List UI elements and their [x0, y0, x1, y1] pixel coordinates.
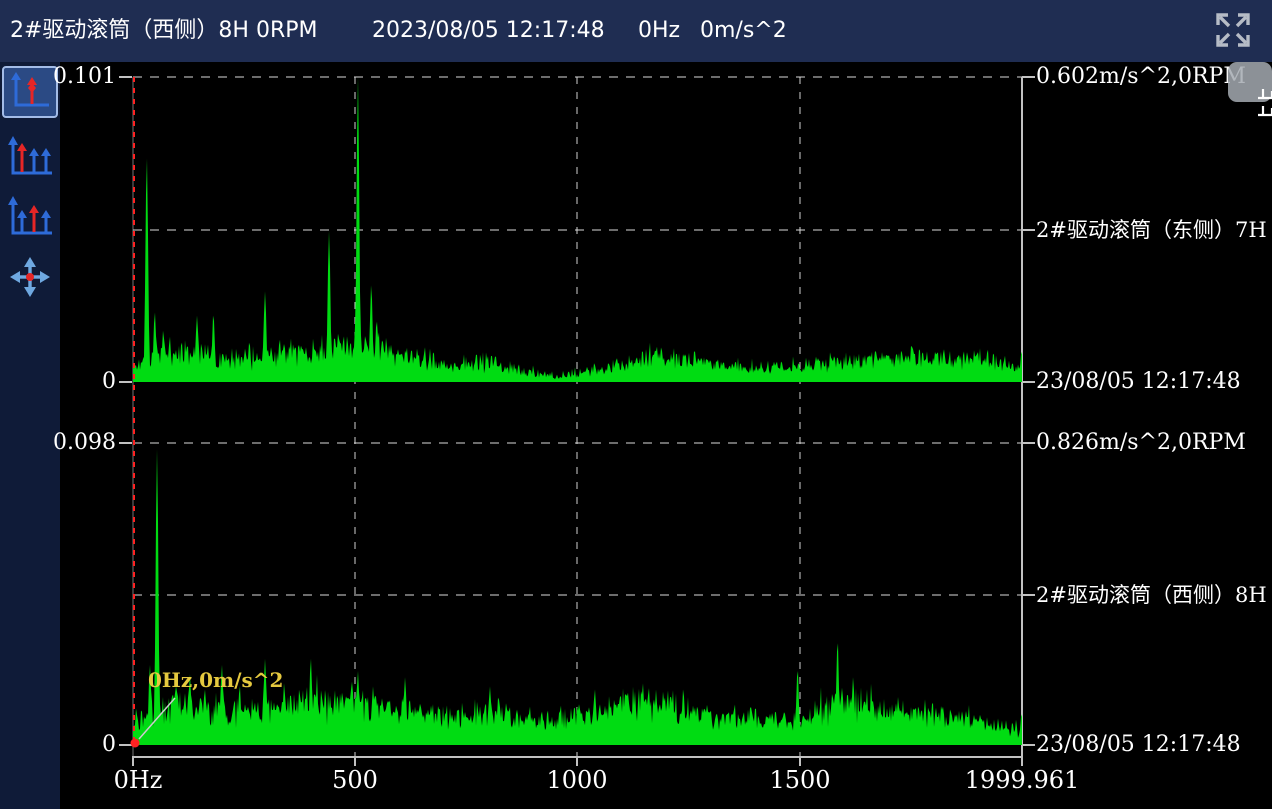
spectrum-plot-region[interactable]: 0.101 0 0.098 0 0.602m/s^2,0RPM 2#驱动滚筒（东…	[60, 62, 1272, 809]
cursor-marker-dot[interactable]	[131, 739, 140, 748]
x-tick-fmax: 1999.961	[965, 766, 1080, 794]
y-max-label-top-chart: 0.101	[46, 64, 116, 90]
x-tick-1500: 1500	[769, 766, 830, 794]
x-tick-500: 500	[332, 766, 378, 794]
tool-sideband-cursor[interactable]	[2, 192, 58, 244]
cursor-amplitude-readout: 0m/s^2	[700, 0, 787, 62]
channel-name-bottom-chart: 2#驱动滚筒（西侧）8H	[1036, 582, 1267, 608]
chart-layout-button[interactable]	[1228, 62, 1272, 102]
cursor-annotation: 0Hz,0m/s^2	[148, 668, 283, 692]
overall-value-bottom-chart: 0.826m/s^2,0RPM	[1036, 430, 1246, 456]
fullscreen-button[interactable]	[1210, 8, 1256, 54]
timestamp-top-chart: 23/08/05 12:17:48	[1036, 369, 1241, 395]
cursor-frequency-readout: 0Hz	[638, 0, 680, 62]
y-zero-label-top-chart: 0	[46, 369, 116, 395]
x-tick-0hz: 0Hz	[114, 766, 163, 794]
x-tick-1000: 1000	[546, 766, 607, 794]
annotation-leader-line	[139, 698, 175, 739]
y-zero-label-bottom-chart: 0	[46, 732, 116, 758]
expand-icon	[1211, 40, 1255, 55]
channel-title: 2#驱动滚筒（西侧）8H 0RPM	[10, 0, 318, 62]
harmonic-cursor-icon	[5, 134, 55, 183]
tool-pan[interactable]	[2, 254, 58, 302]
tool-harmonic-cursor[interactable]	[2, 132, 58, 184]
overall-value-top-chart: 0.602m/s^2,0RPM	[1036, 64, 1246, 90]
header-datetime: 2023/08/05 12:17:48	[372, 0, 605, 62]
sideband-cursor-icon	[5, 194, 55, 243]
pan-move-icon	[7, 255, 53, 302]
channel-name-top-chart: 2#驱动滚筒（东侧）7H	[1036, 217, 1267, 243]
header-bar: 2#驱动滚筒（西侧）8H 0RPM 2023/08/05 12:17:48 0H…	[0, 0, 1272, 62]
y-max-label-bottom-chart: 0.098	[46, 430, 116, 456]
timestamp-bottom-chart: 23/08/05 12:17:48	[1036, 732, 1241, 758]
